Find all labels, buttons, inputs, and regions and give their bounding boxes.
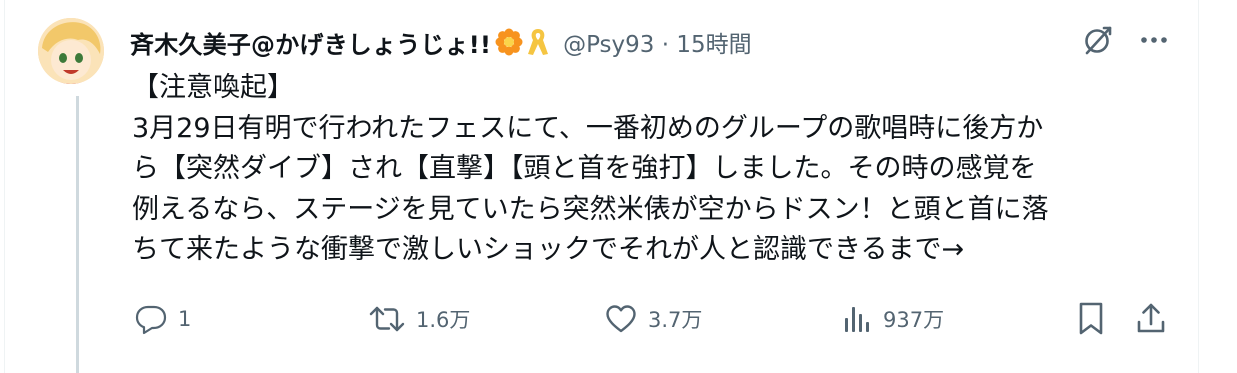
ribbon-emoji-icon [527,27,549,57]
reply-button[interactable]: 1 [134,300,191,338]
heart-icon [606,305,636,333]
tweet-text-line: 【注意喚起】 [132,72,294,103]
timeline-border-right [1198,0,1199,373]
author-handle[interactable]: @Psy93 · 15時間 [563,25,752,59]
retweet-count: 1.6万 [416,308,471,332]
share-button[interactable] [1134,300,1168,338]
reply-icon [135,305,167,335]
like-button[interactable]: 3.7万 [604,300,702,338]
share-icon [1137,303,1165,333]
retweet-icon [369,306,405,332]
avatar[interactable] [38,18,104,84]
bookmark-icon [1079,302,1103,335]
like-count: 3.7万 [648,308,703,332]
bookmark-button[interactable] [1074,300,1108,338]
grok-icon [1085,26,1112,55]
thread-line [76,96,79,373]
views-button[interactable]: 937万 [843,300,944,338]
reply-count: 1 [178,307,192,331]
tweet-text-line: ちて来たような衝撃で激しいショックでそれが人と認識できるまで→ [132,234,965,265]
tweet-text: 【注意喚起】 3月29日有明で行われたフェスにて、一番初めのグループの歌唱時に後… [132,68,1172,271]
tweet-text-line: 例えるなら、ステージを見ていたら突然米俵が空からドスン！と頭と首に落 [132,193,1049,225]
tweet-time: 15時間 [676,32,752,58]
tweet-text-line: ら【突然ダイブ】され【直撃】【頭と首を強打】しました。その時の感覚を [132,153,1037,184]
views-icon [845,307,869,332]
timeline-border-left [4,0,5,373]
view-count: 937万 [883,308,945,332]
flower-emoji-icon [495,28,523,56]
retweet-button[interactable]: 1.6万 [368,300,470,338]
tweet-text-line: 3月29日有明で行われたフェスにて、一番初めのグループの歌唱時に後方か [132,112,1044,144]
more-button[interactable] [1136,22,1172,58]
tweet-header: 斉木久美子@かげきしょうじょ!! @Psy93 · 15時間 [130,22,752,62]
author-name[interactable]: 斉木久美子@かげきしょうじょ!! [130,25,491,60]
grok-button[interactable] [1080,22,1116,58]
more-icon [1141,37,1167,43]
